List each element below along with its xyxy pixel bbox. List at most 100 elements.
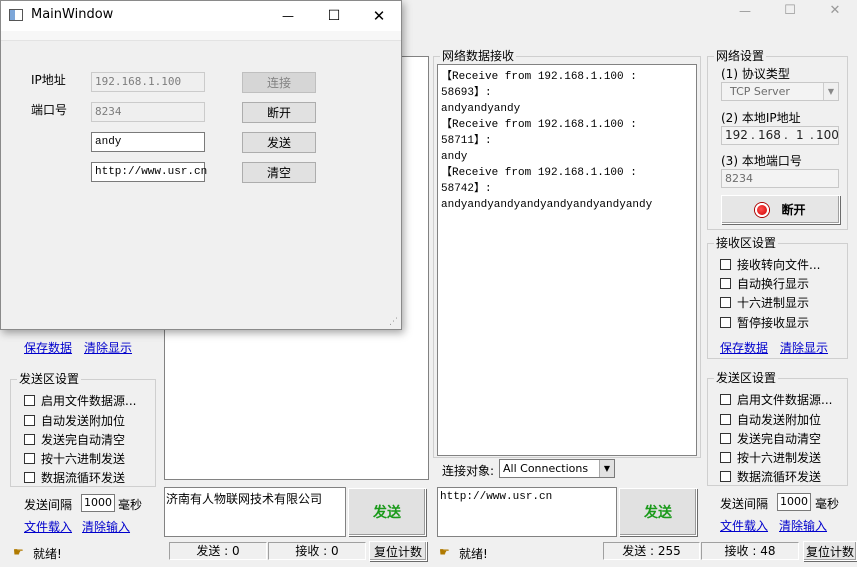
chevron-down-icon[interactable]: ▼ [599,460,614,477]
protocol-select[interactable]: TCP Server ▼ [721,82,839,101]
send-text: http://www.usr.cn [440,491,553,503]
protocol-value: TCP Server [730,85,790,98]
checkbox[interactable] [720,414,731,425]
option-label: 发送完自动清空 [737,432,822,446]
url-value: http://www.usr.cn [95,166,208,178]
checkbox[interactable] [720,278,731,289]
message-value: andy [95,136,122,148]
url-input[interactable]: http://www.usr.cn [91,162,208,182]
send-option[interactable]: 自动发送附加位 [720,412,821,428]
right-reset-count-button[interactable]: 复位计数 [803,541,857,561]
checkbox[interactable] [24,395,35,406]
send-option[interactable]: 启用文件数据源... [720,392,832,408]
maximize-button[interactable]: ☐ [311,1,357,31]
right-status-ready: 就绪! [459,547,488,561]
network-disconnect-button[interactable]: 断开 [721,195,840,224]
interval-unit: 毫秒 [815,497,840,511]
checkbox[interactable] [24,472,35,483]
port-label: 端口号 [31,103,68,117]
left-clear-display-link[interactable]: 清除显示 [84,339,132,356]
left-reset-count-button[interactable]: 复位计数 [369,541,427,561]
protocol-label: (1) 协议类型 [721,67,790,81]
send-option[interactable]: 发送完自动清空 [720,431,821,447]
send-text: 济南有人物联网技术有限公司 [166,492,323,506]
left-send-option[interactable]: 启用文件数据源... [24,393,136,409]
receive-textarea[interactable]: 【Receive from 192.168.1.100 : 58693】: an… [437,64,697,456]
left-clear-input-link[interactable]: 清除输入 [82,518,130,535]
local-port-input[interactable]: 8234 [721,169,839,188]
send-option[interactable]: 数据流循环发送 [720,469,821,485]
receive-line: andyandyandy [441,103,521,115]
receive-option[interactable]: 接收转向文件... [720,257,820,273]
receive-line: andyandyandyandyandyandyandyandy [441,199,653,211]
left-send-option[interactable]: 按十六进制发送 [24,451,125,467]
left-send-option[interactable]: 自动发送附加位 [24,413,125,429]
interval-label: 发送间隔 [720,497,769,511]
ip-dot: . [751,128,755,142]
bg-minimize-button[interactable]: — [735,4,755,22]
checkbox[interactable] [720,471,731,482]
right-send-button[interactable]: 发送 [619,488,697,536]
receive-line: 【Receive from 192.168.1.100 : 58742】: [441,167,637,195]
option-label: 自动换行显示 [737,277,810,291]
interval-input[interactable]: 1000 [777,493,811,511]
title-bar: MainWindow — ☐ ✕ [1,1,401,31]
option-label: 十六进制显示 [737,296,810,310]
receive-line: andy [441,151,468,163]
checkbox[interactable] [720,317,731,328]
checkbox[interactable] [24,453,35,464]
left-save-data-link[interactable]: 保存数据 [24,339,72,356]
option-label: 数据流循环发送 [41,471,126,485]
receive-line: 【Receive from 192.168.1.100 : 58711】: [441,119,637,147]
file-load-link[interactable]: 文件载入 [720,517,768,534]
connection-select[interactable]: All Connections ▼ [499,459,615,478]
clear-display-link[interactable]: 清除显示 [780,339,828,356]
resize-grip-icon[interactable]: ⋰ [389,318,398,327]
clear-button[interactable]: 清空 [242,162,316,183]
connection-value: All Connections [503,462,589,475]
send-settings-title: 发送区设置 [714,371,779,385]
left-send-option[interactable]: 发送完自动清空 [24,432,125,448]
left-send-option[interactable]: 数据流循环发送 [24,470,125,486]
disconnect-button[interactable]: 断开 [242,102,316,123]
left-file-load-link[interactable]: 文件载入 [24,518,72,535]
option-label: 启用文件数据源... [737,393,833,407]
right-send-textarea[interactable]: http://www.usr.cn [437,487,617,537]
checkbox[interactable] [720,433,731,444]
bg-close-button[interactable]: ✕ [825,3,845,21]
bg-maximize-button[interactable]: ☐ [780,3,800,21]
message-input[interactable]: andy [91,132,205,152]
close-button[interactable]: ✕ [356,1,402,31]
minimize-button[interactable]: — [265,1,311,31]
checkbox[interactable] [24,434,35,445]
interval-value: 1000 [780,495,808,508]
option-label: 数据流循环发送 [737,470,822,484]
checkbox[interactable] [720,297,731,308]
receive-option[interactable]: 十六进制显示 [720,295,809,311]
local-ip-label: (2) 本地IP地址 [721,111,801,125]
checkbox[interactable] [720,394,731,405]
checkbox[interactable] [720,259,731,270]
port-input[interactable]: 8234 [91,102,205,122]
checkbox[interactable] [24,415,35,426]
option-label: 自动发送附加位 [737,413,822,427]
chevron-down-icon[interactable]: ▼ [823,83,838,100]
connect-button[interactable]: 连接 [242,72,316,93]
left-send-textarea[interactable]: 济南有人物联网技术有限公司 [164,487,346,537]
left-interval-input[interactable]: 1000 [81,494,115,512]
send-button[interactable]: 发送 [242,132,316,153]
connection-label: 连接对象: [442,464,495,478]
left-ready-icon: ☛ [13,545,24,559]
send-option[interactable]: 按十六进制发送 [720,450,821,466]
receive-option[interactable]: 自动换行显示 [720,276,809,292]
left-send-button[interactable]: 发送 [348,488,426,536]
checkbox[interactable] [720,452,731,463]
left-send-settings-title: 发送区设置 [17,372,82,386]
clear-input-link[interactable]: 清除输入 [779,517,827,534]
receive-option[interactable]: 暂停接收显示 [720,315,809,331]
right-ready-icon: ☛ [439,545,450,559]
local-port-label: (3) 本地端口号 [721,154,802,168]
local-ip-input[interactable]: 192 . 168 . 1 . 100 [721,126,839,145]
ip-input[interactable]: 192.168.1.100 [91,72,205,92]
save-data-link[interactable]: 保存数据 [720,339,768,356]
